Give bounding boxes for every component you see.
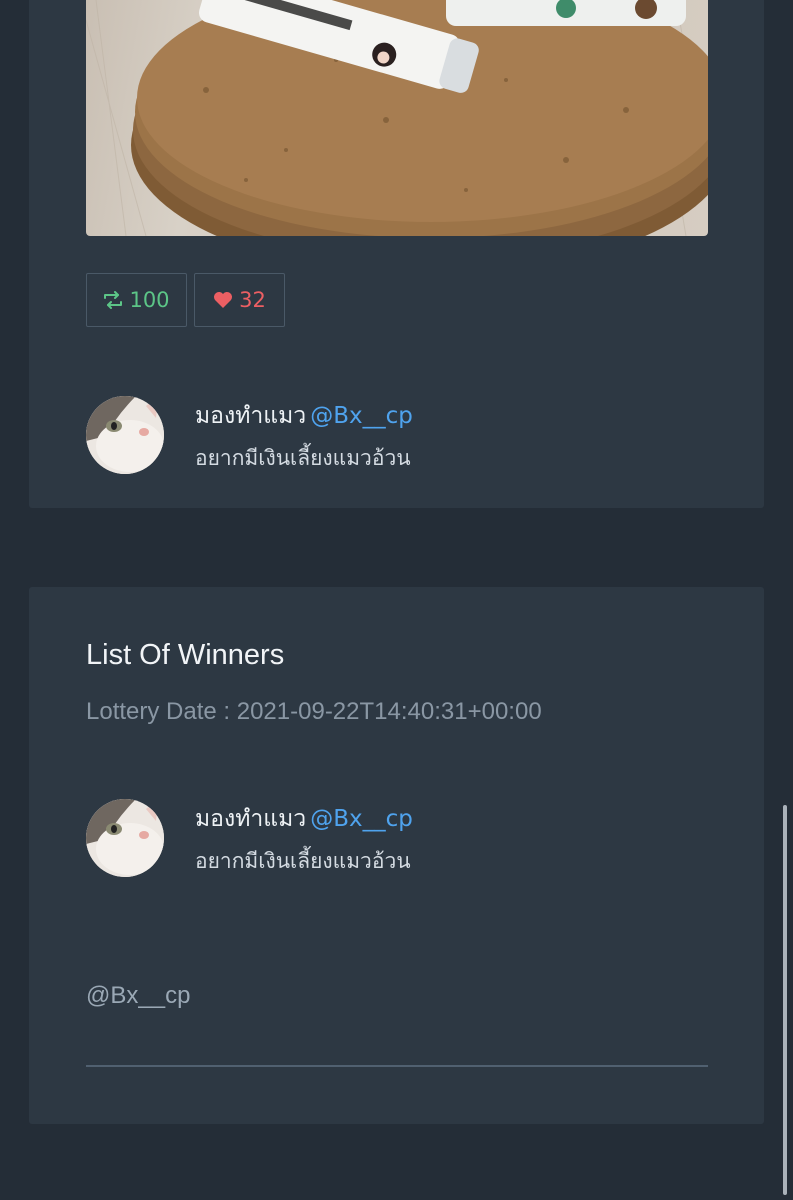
scrollbar[interactable] <box>783 805 787 1195</box>
avatar[interactable] <box>86 396 164 474</box>
user-bio: อยากมีเงินเลี้ยงแมวอ้วน <box>195 849 411 873</box>
winner-profile[interactable]: มองทำแมว @Bx__cp อยากมีเงินเลี้ยงแมวอ้วน <box>86 799 726 879</box>
user-bio: อยากมีเงินเลี้ยงแมวอ้วน <box>195 446 411 470</box>
tweet-card: 100 32 มองทำแมว @Bx__cp อยากมีเงินเลี้ยงแ… <box>29 0 764 508</box>
retweet-count: 100 <box>129 288 170 312</box>
lottery-date: Lottery Date : 2021-09-22T14:40:31+00:00 <box>86 698 542 725</box>
heart-icon <box>213 291 233 309</box>
winners-card: List Of Winners Lottery Date : 2021-09-2… <box>29 587 764 1124</box>
retweet-icon <box>103 291 123 309</box>
post-image[interactable] <box>86 0 708 236</box>
divider <box>86 1065 708 1067</box>
like-count: 32 <box>239 288 266 312</box>
retweet-button[interactable]: 100 <box>86 273 187 327</box>
user-display-name: มองทำแมว @Bx__cp <box>195 398 413 434</box>
user-profile[interactable]: มองทำแมว @Bx__cp อยากมีเงินเลี้ยงแมวอ้วน <box>86 396 726 476</box>
avatar[interactable] <box>86 799 164 877</box>
user-handle-link[interactable]: @Bx__cp <box>310 806 413 832</box>
user-handle-link[interactable]: @Bx__cp <box>310 403 413 429</box>
like-button[interactable]: 32 <box>194 273 285 327</box>
user-name: มองทำแมว <box>195 403 307 429</box>
winner-mention: @Bx__cp <box>86 982 191 1009</box>
user-display-name: มองทำแมว @Bx__cp <box>195 801 413 837</box>
user-name: มองทำแมว <box>195 806 307 832</box>
winners-title: List Of Winners <box>86 639 285 671</box>
